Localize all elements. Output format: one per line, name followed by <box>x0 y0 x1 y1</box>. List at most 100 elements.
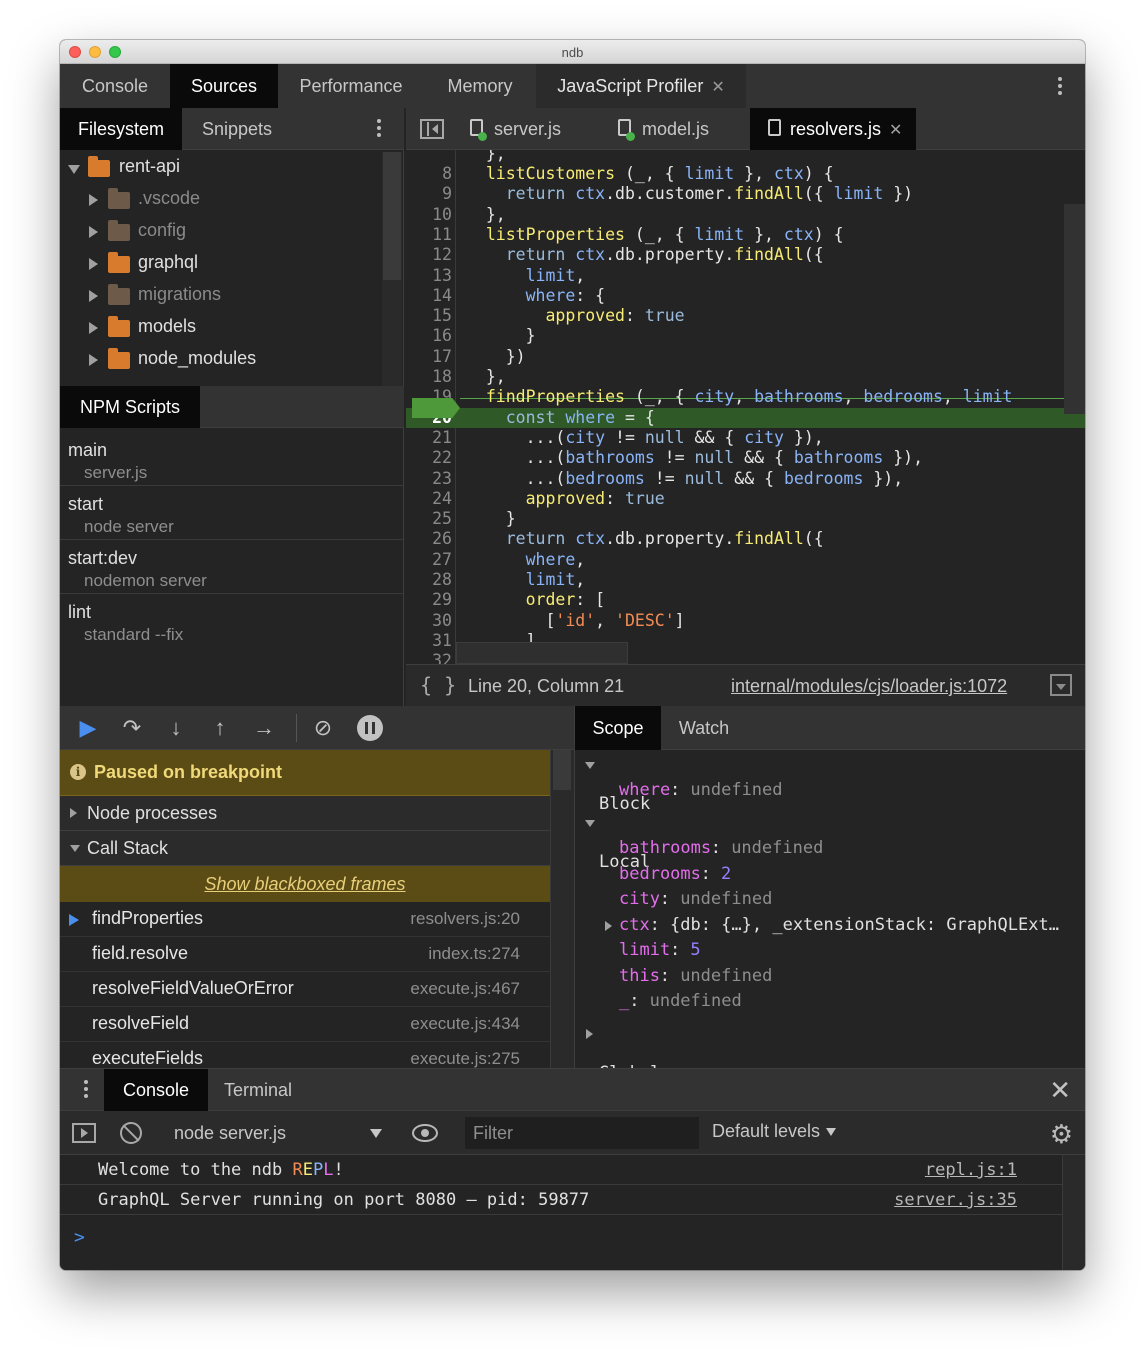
tab-watch[interactable]: Watch <box>661 706 747 750</box>
code-line[interactable]: 15 approved: true <box>406 306 1085 326</box>
line-number[interactable]: 28 <box>406 570 452 589</box>
clear-console-icon[interactable] <box>120 1122 142 1144</box>
code-line[interactable]: 14 where: { <box>406 286 1085 306</box>
console-message-source[interactable]: server.js:35 <box>894 1190 1017 1210</box>
tab-drawer-console[interactable]: Console <box>104 1069 208 1111</box>
npm-script-item[interactable]: start:dev nodemon server <box>60 540 404 594</box>
code-line[interactable]: 9 return ctx.db.customer.findAll({ limit… <box>406 184 1085 204</box>
scope-variable[interactable]: ctx: {db: {…}, _extensionStack: GraphQLEx… <box>575 915 1085 940</box>
pretty-print-button[interactable]: { } <box>420 673 456 697</box>
scope-variable[interactable]: limit:5 <box>575 940 1085 965</box>
editor-tab-model[interactable]: model.js <box>606 108 746 150</box>
deactivate-breakpoints-icon[interactable]: ⊘ <box>308 714 338 742</box>
line-number[interactable]: 31 <box>406 631 452 650</box>
code-scrollbar-horizontal[interactable] <box>456 642 628 664</box>
code-line[interactable]: 17 }) <box>406 347 1085 367</box>
show-blackboxed-frames-link[interactable]: Show blackboxed frames <box>60 874 550 895</box>
npm-scripts-title[interactable]: NPM Scripts <box>60 386 200 428</box>
console-sidebar-icon[interactable] <box>72 1123 96 1143</box>
code-line[interactable]: 30 ['id', 'DESC'] <box>406 611 1085 631</box>
code-line[interactable]: 10 }, <box>406 205 1085 225</box>
call-frame-location[interactable]: resolvers.js:20 <box>410 909 520 929</box>
editor-tab-resolvers[interactable]: resolvers.js ✕ <box>750 108 916 150</box>
pause-on-exceptions-icon[interactable] <box>357 715 383 741</box>
call-frame-item[interactable]: resolveFieldValueOrError execute.js:467 <box>60 972 550 1007</box>
line-number[interactable]: 27 <box>406 550 452 569</box>
line-number[interactable]: 9 <box>406 184 452 203</box>
scope-variable[interactable]: where: undefined <box>575 780 1085 805</box>
line-number[interactable]: 18 <box>406 367 452 386</box>
code-line[interactable]: 25 } <box>406 509 1085 529</box>
section-call-stack[interactable]: Call Stack <box>60 831 550 866</box>
call-frame-item[interactable]: findProperties resolvers.js:20 <box>60 902 550 937</box>
code-line[interactable]: 29 order: [ <box>406 590 1085 610</box>
line-number[interactable]: 17 <box>406 347 452 366</box>
line-number[interactable]: 16 <box>406 326 452 345</box>
chevron-right-icon[interactable] <box>605 920 612 931</box>
close-tab-icon[interactable]: ✕ <box>711 79 724 96</box>
tree-item-vscode[interactable]: .vscode <box>60 184 382 216</box>
console-prompt[interactable]: > <box>74 1227 85 1248</box>
live-expression-eye-icon[interactable] <box>412 1124 438 1142</box>
call-frame-location[interactable]: execute.js:467 <box>410 979 520 999</box>
code-line[interactable]: 18 }, <box>406 367 1085 387</box>
npm-script-item[interactable]: main server.js <box>60 432 404 486</box>
log-levels-select[interactable]: Default levels <box>712 1121 837 1142</box>
scope-block-header[interactable]: Block <box>575 754 1085 814</box>
call-frame-item[interactable]: field.resolve index.ts:274 <box>60 937 550 972</box>
line-number[interactable]: 10 <box>406 205 452 224</box>
tree-item-config[interactable]: config <box>60 216 382 248</box>
scope-variable[interactable]: bathrooms: undefined <box>575 838 1085 863</box>
tab-terminal[interactable]: Terminal <box>208 1069 308 1111</box>
tree-item-node-modules[interactable]: node_modules <box>60 344 382 376</box>
call-frame-location[interactable]: execute.js:275 <box>410 1049 520 1068</box>
tab-memory[interactable]: Memory <box>424 64 536 108</box>
close-icon[interactable]: ✕ <box>1049 1075 1071 1106</box>
line-number[interactable]: 30 <box>406 611 452 630</box>
line-number[interactable]: 15 <box>406 306 452 325</box>
scope-global-header[interactable]: Global global <box>575 1023 1085 1103</box>
line-number[interactable]: 32 <box>406 651 452 664</box>
section-node-processes[interactable]: Node processes <box>60 796 550 831</box>
editor-tab-server[interactable]: server.js <box>458 108 598 150</box>
line-number[interactable]: 23 <box>406 469 452 488</box>
line-number[interactable]: 21 <box>406 428 452 447</box>
scrollbar-thumb[interactable] <box>553 750 571 790</box>
code-line[interactable]: 28 limit, <box>406 570 1085 590</box>
npm-script-item[interactable]: lint standard --fix <box>60 594 404 648</box>
call-frame-item[interactable]: resolveField execute.js:434 <box>60 1007 550 1042</box>
code-line[interactable]: 16 } <box>406 326 1085 346</box>
line-number[interactable]: 24 <box>406 489 452 508</box>
more-options-icon[interactable] <box>1058 77 1062 98</box>
filter-input[interactable] <box>465 1117 699 1149</box>
step-out-icon[interactable]: ↑ <box>208 714 232 742</box>
execution-context-select[interactable]: node server.js <box>164 1119 388 1147</box>
code-line[interactable]: 11 listProperties (_, { limit }, ctx) { <box>406 225 1085 245</box>
code-line[interactable]: 20 const where = { <box>406 407 1085 428</box>
navigator-more-icon[interactable] <box>377 119 381 140</box>
scope-local-header[interactable]: Local <box>575 812 1085 872</box>
code-line[interactable]: 8 listCustomers (_, { limit }, ctx) { <box>406 164 1085 184</box>
sidebar-scrollbar[interactable] <box>550 750 574 1068</box>
line-number[interactable]: 22 <box>406 448 452 467</box>
tab-sources[interactable]: Sources <box>170 64 278 108</box>
call-frame-item[interactable]: executeFields execute.js:275 <box>60 1042 550 1068</box>
console-scrollbar[interactable] <box>1062 1155 1085 1270</box>
resume-icon[interactable]: ▶ <box>72 714 104 742</box>
scope-variable[interactable]: city: undefined <box>575 889 1085 914</box>
scope-variable[interactable]: _: undefined <box>575 991 1085 1016</box>
line-number[interactable]: 14 <box>406 286 452 305</box>
drawer-more-icon[interactable] <box>84 1080 88 1101</box>
code-editor[interactable]: }, 8 listCustomers (_, { limit }, ctx) {… <box>406 150 1085 664</box>
line-number[interactable]: 26 <box>406 529 452 548</box>
toggle-navigator-icon[interactable] <box>420 119 444 139</box>
breakpoint-marker[interactable] <box>412 398 460 418</box>
line-number[interactable]: 25 <box>406 509 452 528</box>
step-over-icon[interactable]: ↷ <box>116 714 148 742</box>
tree-item-graphql[interactable]: graphql <box>60 248 382 280</box>
tree-item-models[interactable]: models <box>60 312 382 344</box>
tree-item-migrations[interactable]: migrations <box>60 280 382 312</box>
code-line[interactable]: 26 return ctx.db.property.findAll({ <box>406 529 1085 549</box>
line-number[interactable]: 11 <box>406 225 452 244</box>
tab-console[interactable]: Console <box>60 64 170 108</box>
